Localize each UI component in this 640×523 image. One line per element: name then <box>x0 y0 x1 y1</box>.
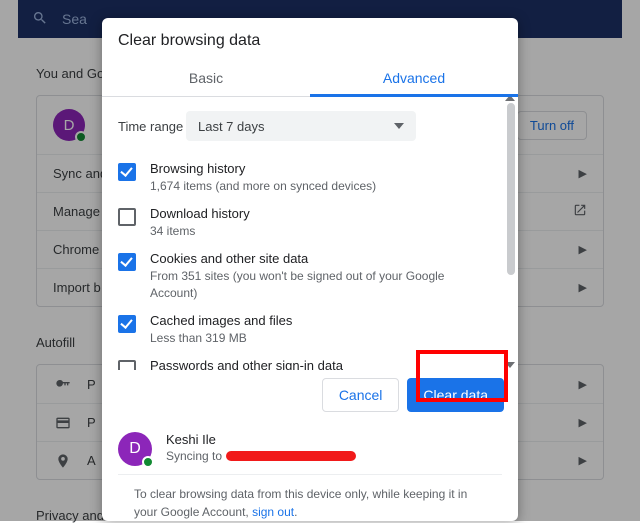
sign-out-link[interactable]: sign out <box>252 505 294 519</box>
checkbox[interactable] <box>118 208 136 226</box>
scrollbar-thumb[interactable] <box>507 103 515 275</box>
checkbox[interactable] <box>118 360 136 370</box>
checkbox[interactable] <box>118 253 136 271</box>
option-cookies[interactable]: Cookies and other site dataFrom 351 site… <box>118 245 518 306</box>
time-range-value: Last 7 days <box>198 119 265 134</box>
option-download-history[interactable]: Download history34 items <box>118 200 518 245</box>
option-browsing-history[interactable]: Browsing history1,674 items (and more on… <box>118 155 518 200</box>
tab-advanced[interactable]: Advanced <box>310 60 518 96</box>
time-range-label: Time range <box>118 119 186 134</box>
clear-browsing-data-dialog: Clear browsing data Basic Advanced Time … <box>102 18 518 521</box>
profile-sync-label: Syncing to <box>166 449 222 463</box>
footer-note: To clear browsing data from this device … <box>118 474 502 521</box>
chevron-down-icon <box>394 119 404 134</box>
profile-row: D Keshi Ile Syncing to <box>102 422 518 470</box>
dialog-title: Clear browsing data <box>102 18 518 54</box>
checkbox[interactable] <box>118 163 136 181</box>
sync-badge-icon <box>142 456 154 468</box>
avatar: D <box>118 432 152 466</box>
cancel-button[interactable]: Cancel <box>322 378 400 412</box>
checkbox[interactable] <box>118 315 136 333</box>
profile-name: Keshi Ile <box>166 432 356 447</box>
tab-basic[interactable]: Basic <box>102 60 310 96</box>
scroll-up-icon[interactable] <box>505 97 515 101</box>
option-cached[interactable]: Cached images and filesLess than 319 MB <box>118 307 518 352</box>
options-scroll: Time range Last 7 days Browsing history1… <box>102 97 518 370</box>
annotation-highlight <box>416 350 508 402</box>
time-range-select[interactable]: Last 7 days <box>186 111 416 141</box>
redacted-email <box>226 451 356 461</box>
dialog-tabs: Basic Advanced <box>102 60 518 97</box>
